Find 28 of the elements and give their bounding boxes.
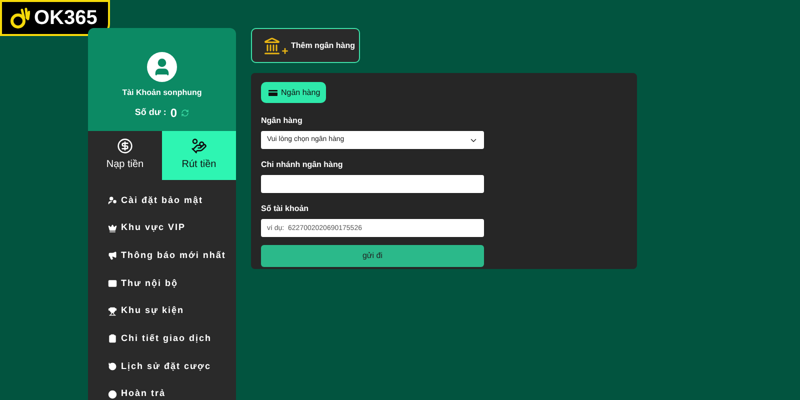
field-label: Ngân hàng bbox=[261, 115, 304, 127]
refresh-icon[interactable] bbox=[181, 109, 190, 117]
menu-item[interactable]: Hoàn trả bbox=[88, 380, 236, 400]
field-label: Số tài khoản bbox=[261, 203, 310, 215]
bank-tab[interactable]: Ngân hàng bbox=[261, 82, 326, 103]
menu-item[interactable]: Khu vực VIP bbox=[88, 214, 236, 242]
menu-item[interactable]: Thông báo mới nhất bbox=[88, 242, 236, 270]
trophy-icon bbox=[108, 306, 117, 316]
balance-label: Số dư : bbox=[134, 106, 166, 120]
menu-item[interactable]: Lịch sử đặt cược bbox=[88, 352, 236, 380]
input-field[interactable] bbox=[261, 175, 484, 193]
menu-item[interactable]: Khu sự kiện bbox=[88, 297, 236, 325]
avatar-icon bbox=[147, 52, 177, 82]
hand-coin-icon bbox=[191, 138, 207, 154]
balance-value: 0 bbox=[170, 105, 178, 122]
bank-add-icon bbox=[263, 36, 289, 54]
crown-icon bbox=[108, 224, 117, 233]
add-bank-button[interactable]: Thêm ngân hàng bbox=[251, 28, 360, 63]
megaphone-icon bbox=[108, 251, 117, 260]
field-label: Chi nhánh ngân hàng bbox=[261, 159, 344, 171]
account-name: Tài Khoản sonphung bbox=[122, 87, 202, 99]
user-icon bbox=[108, 196, 117, 205]
logo-text: OK365 bbox=[34, 8, 98, 28]
menu-item[interactable]: Cài đặt bảo mật bbox=[88, 186, 236, 214]
menu-item[interactable]: Chi tiết giao dịch bbox=[88, 324, 236, 353]
submit-button[interactable]: gửi đi bbox=[261, 245, 484, 267]
menu-item[interactable]: Thư nội bộ bbox=[88, 270, 236, 298]
wallet-tab[interactable]: Rút tiền bbox=[162, 130, 236, 180]
